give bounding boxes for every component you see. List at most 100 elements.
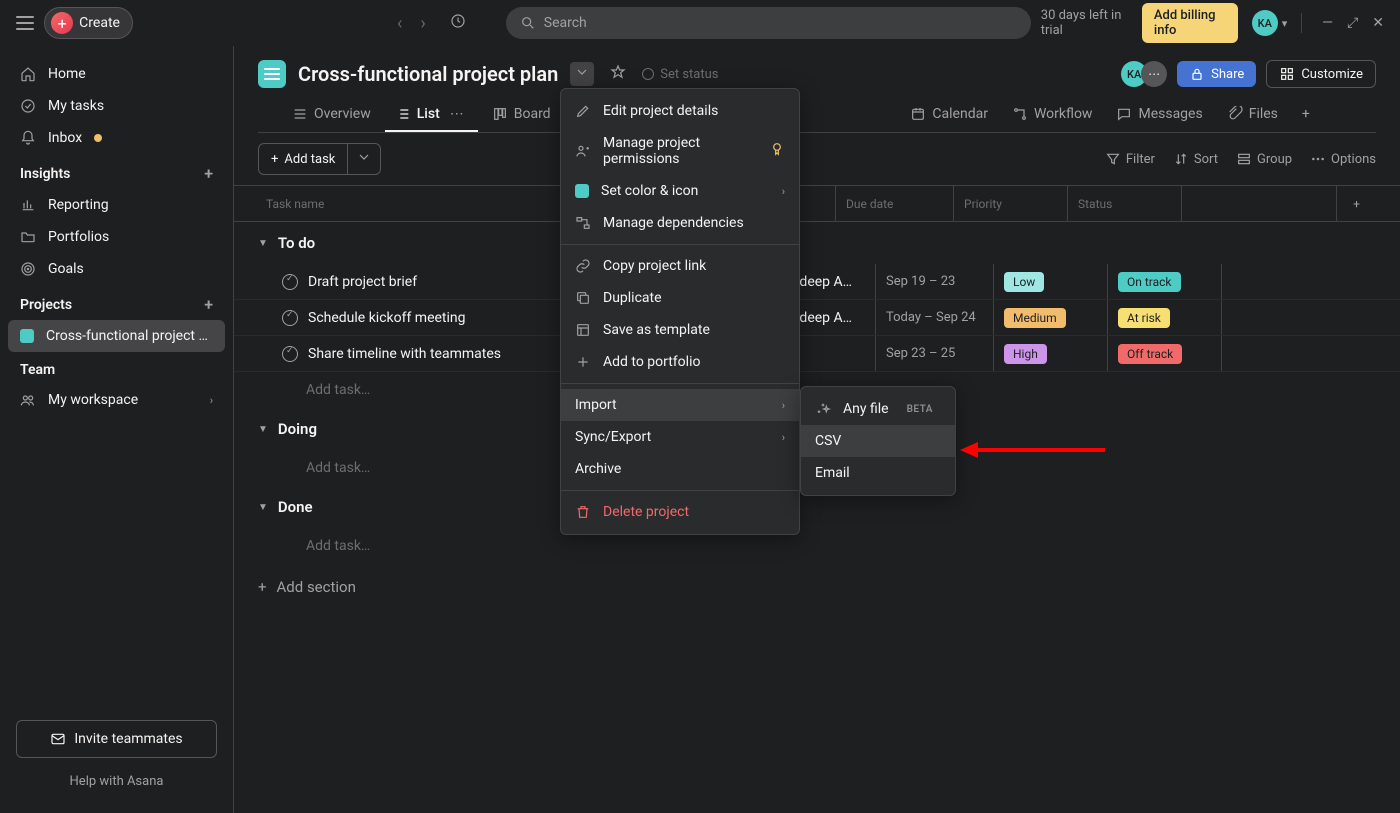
share-button[interactable]: Share (1177, 61, 1256, 87)
menu-archive[interactable]: Archive (561, 453, 799, 485)
set-status-label: Set status (660, 67, 718, 82)
menu-sync[interactable]: Sync/Export› (561, 421, 799, 453)
star-icon (610, 64, 626, 80)
forward-button[interactable]: › (416, 9, 429, 38)
nav-mytasks-label: My tasks (48, 98, 104, 114)
group-button[interactable]: Group (1236, 151, 1292, 167)
collapse-icon[interactable]: ▼ (258, 424, 268, 435)
collapse-icon[interactable]: ▼ (258, 238, 268, 249)
submenu-anyfile[interactable]: Any file BETA (801, 393, 955, 425)
status-pill[interactable]: On track (1118, 272, 1181, 292)
menu-toggle[interactable] (16, 16, 34, 30)
add-section-button[interactable]: + Add section (234, 564, 1400, 610)
project-dropdown-button[interactable] (570, 62, 594, 86)
task-row[interactable]: Draft project brief arandeep A… Sep 19 –… (234, 264, 1400, 300)
menu-label: Set color & icon (601, 183, 698, 199)
nav-inbox[interactable]: Inbox (0, 122, 233, 154)
task-check-icon[interactable] (282, 310, 298, 326)
tab-overview[interactable]: Overview (282, 98, 381, 132)
tab-messages[interactable]: Messages (1106, 98, 1212, 132)
minimize-icon[interactable]: — (1322, 15, 1333, 31)
tab-files[interactable]: Files (1217, 98, 1288, 132)
insights-add-icon[interactable]: + (204, 164, 213, 183)
task-date[interactable]: Sep 19 – 23 (875, 264, 993, 299)
menu-label: Duplicate (603, 290, 662, 306)
tab-board[interactable]: Board (482, 98, 561, 132)
menu-dependencies[interactable]: Manage dependencies (561, 207, 799, 239)
collapse-icon[interactable]: ▼ (258, 502, 268, 513)
task-extra[interactable] (1221, 300, 1376, 335)
menu-permissions[interactable]: Manage project permissions (561, 127, 799, 175)
close-icon[interactable]: ✕ (1372, 15, 1384, 31)
menu-portfolio[interactable]: Add to portfolio (561, 346, 799, 378)
menu-separator (561, 244, 799, 245)
tab-files-label: Files (1249, 106, 1278, 122)
restore-icon[interactable]: ⤢ (1347, 15, 1358, 31)
priority-pill[interactable]: High (1004, 344, 1047, 364)
menu-delete[interactable]: Delete project (561, 496, 799, 528)
nav-mytasks[interactable]: My tasks (0, 90, 233, 122)
divider (1301, 13, 1302, 33)
member-avatars[interactable]: KA ⋯ (1121, 61, 1167, 87)
sidebar-project-item[interactable]: Cross-functional project p… (8, 320, 225, 352)
help-link[interactable]: Help with Asana (16, 774, 217, 789)
create-button[interactable]: + Create (44, 7, 133, 39)
tab-list[interactable]: List ⋯ (385, 98, 478, 132)
priority-pill[interactable]: Medium (1004, 308, 1066, 328)
add-task-button[interactable]: + Add task (258, 143, 348, 175)
add-task-row[interactable]: Add task… (234, 528, 1400, 564)
status-pill[interactable]: At risk (1118, 308, 1170, 328)
back-button[interactable]: ‹ (393, 9, 406, 38)
task-row[interactable]: Schedule kickoff meeting arandeep A… Tod… (234, 300, 1400, 336)
task-extra[interactable] (1221, 264, 1376, 299)
nav-goals[interactable]: Goals (0, 253, 233, 285)
nav-reporting[interactable]: Reporting (0, 189, 233, 221)
menu-template[interactable]: Save as template (561, 314, 799, 346)
tab-workflow[interactable]: Workflow (1002, 98, 1103, 132)
status-pill[interactable]: Off track (1118, 344, 1182, 364)
submenu-csv[interactable]: CSV (801, 425, 955, 457)
options-button[interactable]: Options (1310, 151, 1376, 167)
menu-import[interactable]: Import› (561, 389, 799, 421)
share-label: Share (1211, 67, 1244, 82)
avatar-chevron-icon[interactable]: ▾ (1282, 17, 1288, 30)
invite-button[interactable]: Invite teammates (16, 720, 217, 758)
filter-button[interactable]: Filter (1105, 151, 1155, 167)
menu-copy-link[interactable]: Copy project link (561, 250, 799, 282)
badge-icon (769, 141, 785, 161)
menu-duplicate[interactable]: Duplicate (561, 282, 799, 314)
task-check-icon[interactable] (282, 346, 298, 362)
tab-options-icon[interactable]: ⋯ (446, 106, 468, 122)
menu-edit-details[interactable]: Edit project details (561, 95, 799, 127)
section-todo[interactable]: ▼ To do (234, 222, 1400, 264)
history-icon[interactable] (450, 13, 466, 33)
task-row[interactable]: Share timeline with teammates Sep 23 – 2… (234, 336, 1400, 372)
search-input[interactable]: Search (506, 7, 1031, 39)
menu-label: Any file (843, 401, 889, 417)
task-date[interactable]: Sep 23 – 25 (875, 336, 993, 371)
customize-button[interactable]: Customize (1266, 60, 1376, 88)
task-check-icon[interactable] (282, 274, 298, 290)
tab-add-icon[interactable]: + (1292, 98, 1320, 132)
menu-color[interactable]: Set color & icon› (561, 175, 799, 207)
task-extra[interactable] (1221, 336, 1376, 371)
board-icon (492, 106, 508, 122)
tab-overview-label: Overview (314, 106, 371, 122)
nav-home[interactable]: Home (0, 58, 233, 90)
nav-portfolios[interactable]: Portfolios (0, 221, 233, 253)
add-column-button[interactable]: + (1336, 186, 1376, 221)
submenu-email[interactable]: Email (801, 457, 955, 489)
tab-calendar[interactable]: Calendar (900, 98, 998, 132)
add-task-dropdown[interactable] (348, 143, 381, 175)
projects-add-icon[interactable]: + (204, 295, 213, 314)
sort-button[interactable]: Sort (1173, 151, 1218, 167)
user-avatar[interactable]: KA (1252, 10, 1278, 36)
nav-workspace[interactable]: My workspace › (0, 384, 233, 416)
task-date[interactable]: Today – Sep 24 (875, 300, 993, 335)
star-button[interactable] (606, 60, 630, 88)
set-status-button[interactable]: Set status (642, 67, 718, 82)
tab-list-label: List (417, 106, 440, 122)
priority-pill[interactable]: Low (1004, 272, 1044, 292)
chevron-down-icon (356, 149, 372, 165)
billing-button[interactable]: Add billing info (1142, 3, 1238, 43)
